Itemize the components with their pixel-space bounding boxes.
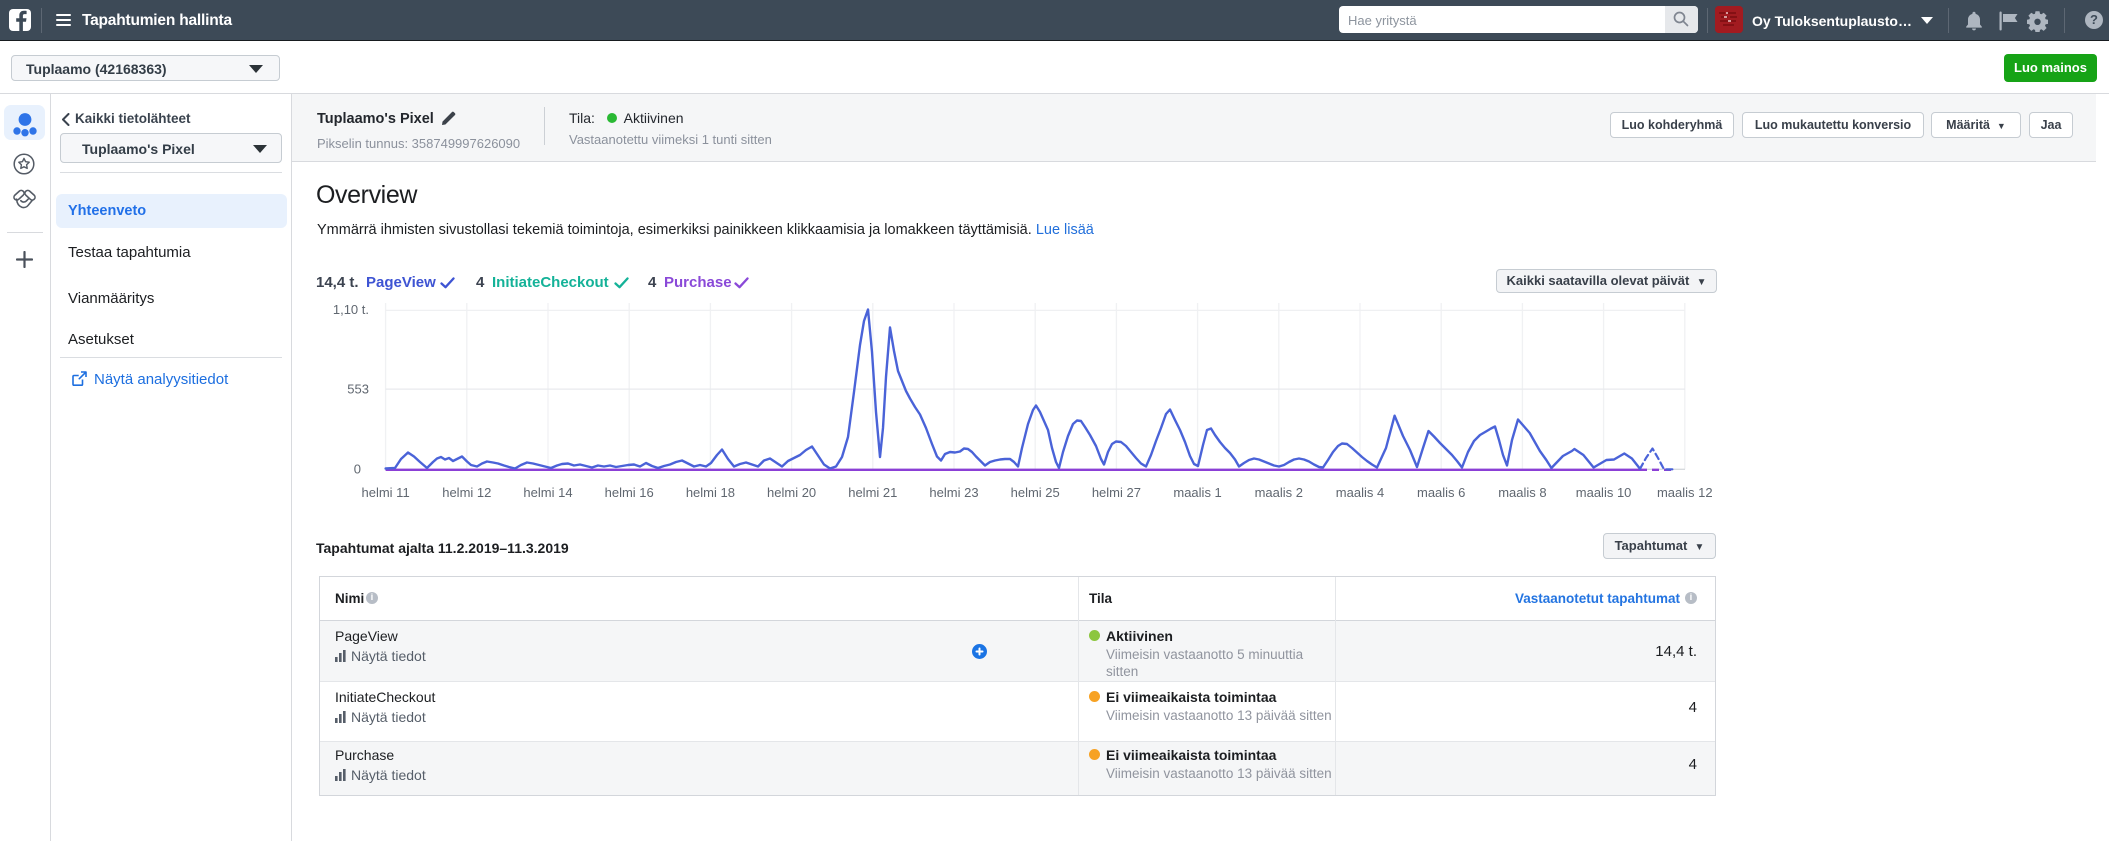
svg-text:helmi 12: helmi 12: [442, 485, 491, 500]
svg-text:helmi 16: helmi 16: [605, 485, 654, 500]
svg-text:0: 0: [354, 462, 361, 477]
svg-text:helmi 27: helmi 27: [1092, 485, 1141, 500]
svg-text:maalis 4: maalis 4: [1336, 485, 1384, 500]
svg-text:1,10 t.: 1,10 t.: [333, 302, 369, 317]
svg-text:helmi 14: helmi 14: [523, 485, 572, 500]
svg-text:maalis 12: maalis 12: [1657, 485, 1713, 500]
svg-text:helmi 20: helmi 20: [767, 485, 816, 500]
svg-text:553: 553: [347, 382, 369, 397]
svg-text:maalis 1: maalis 1: [1173, 485, 1221, 500]
svg-text:maalis 6: maalis 6: [1417, 485, 1465, 500]
svg-text:helmi 11: helmi 11: [362, 485, 410, 500]
svg-text:maalis 2: maalis 2: [1255, 485, 1303, 500]
svg-text:helmi 23: helmi 23: [929, 485, 978, 500]
svg-text:maalis 10: maalis 10: [1576, 485, 1632, 500]
svg-text:helmi 21: helmi 21: [848, 485, 897, 500]
svg-text:maalis 8: maalis 8: [1498, 485, 1546, 500]
svg-text:helmi 18: helmi 18: [686, 485, 735, 500]
svg-text:helmi 25: helmi 25: [1011, 485, 1060, 500]
